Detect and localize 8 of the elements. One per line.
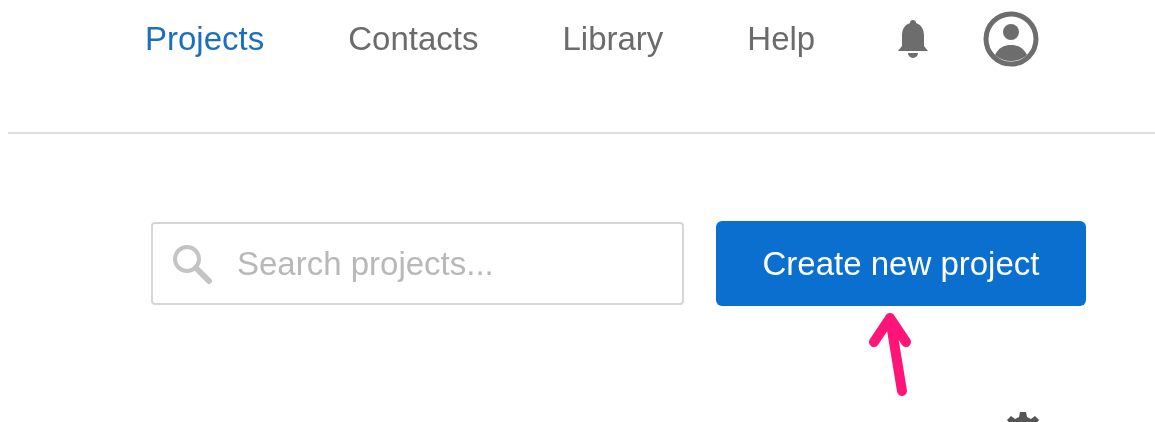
- nav-link[interactable]: Contacts: [348, 20, 479, 58]
- nav-link[interactable]: Projects: [145, 20, 265, 58]
- nav-link[interactable]: Library: [562, 20, 664, 58]
- search-icon: [171, 243, 213, 285]
- profile-icon[interactable]: [983, 11, 1040, 67]
- nav-link[interactable]: Help: [747, 20, 816, 58]
- search-field[interactable]: Search projects...: [151, 222, 684, 305]
- create-project-button[interactable]: Create new project: [716, 221, 1086, 306]
